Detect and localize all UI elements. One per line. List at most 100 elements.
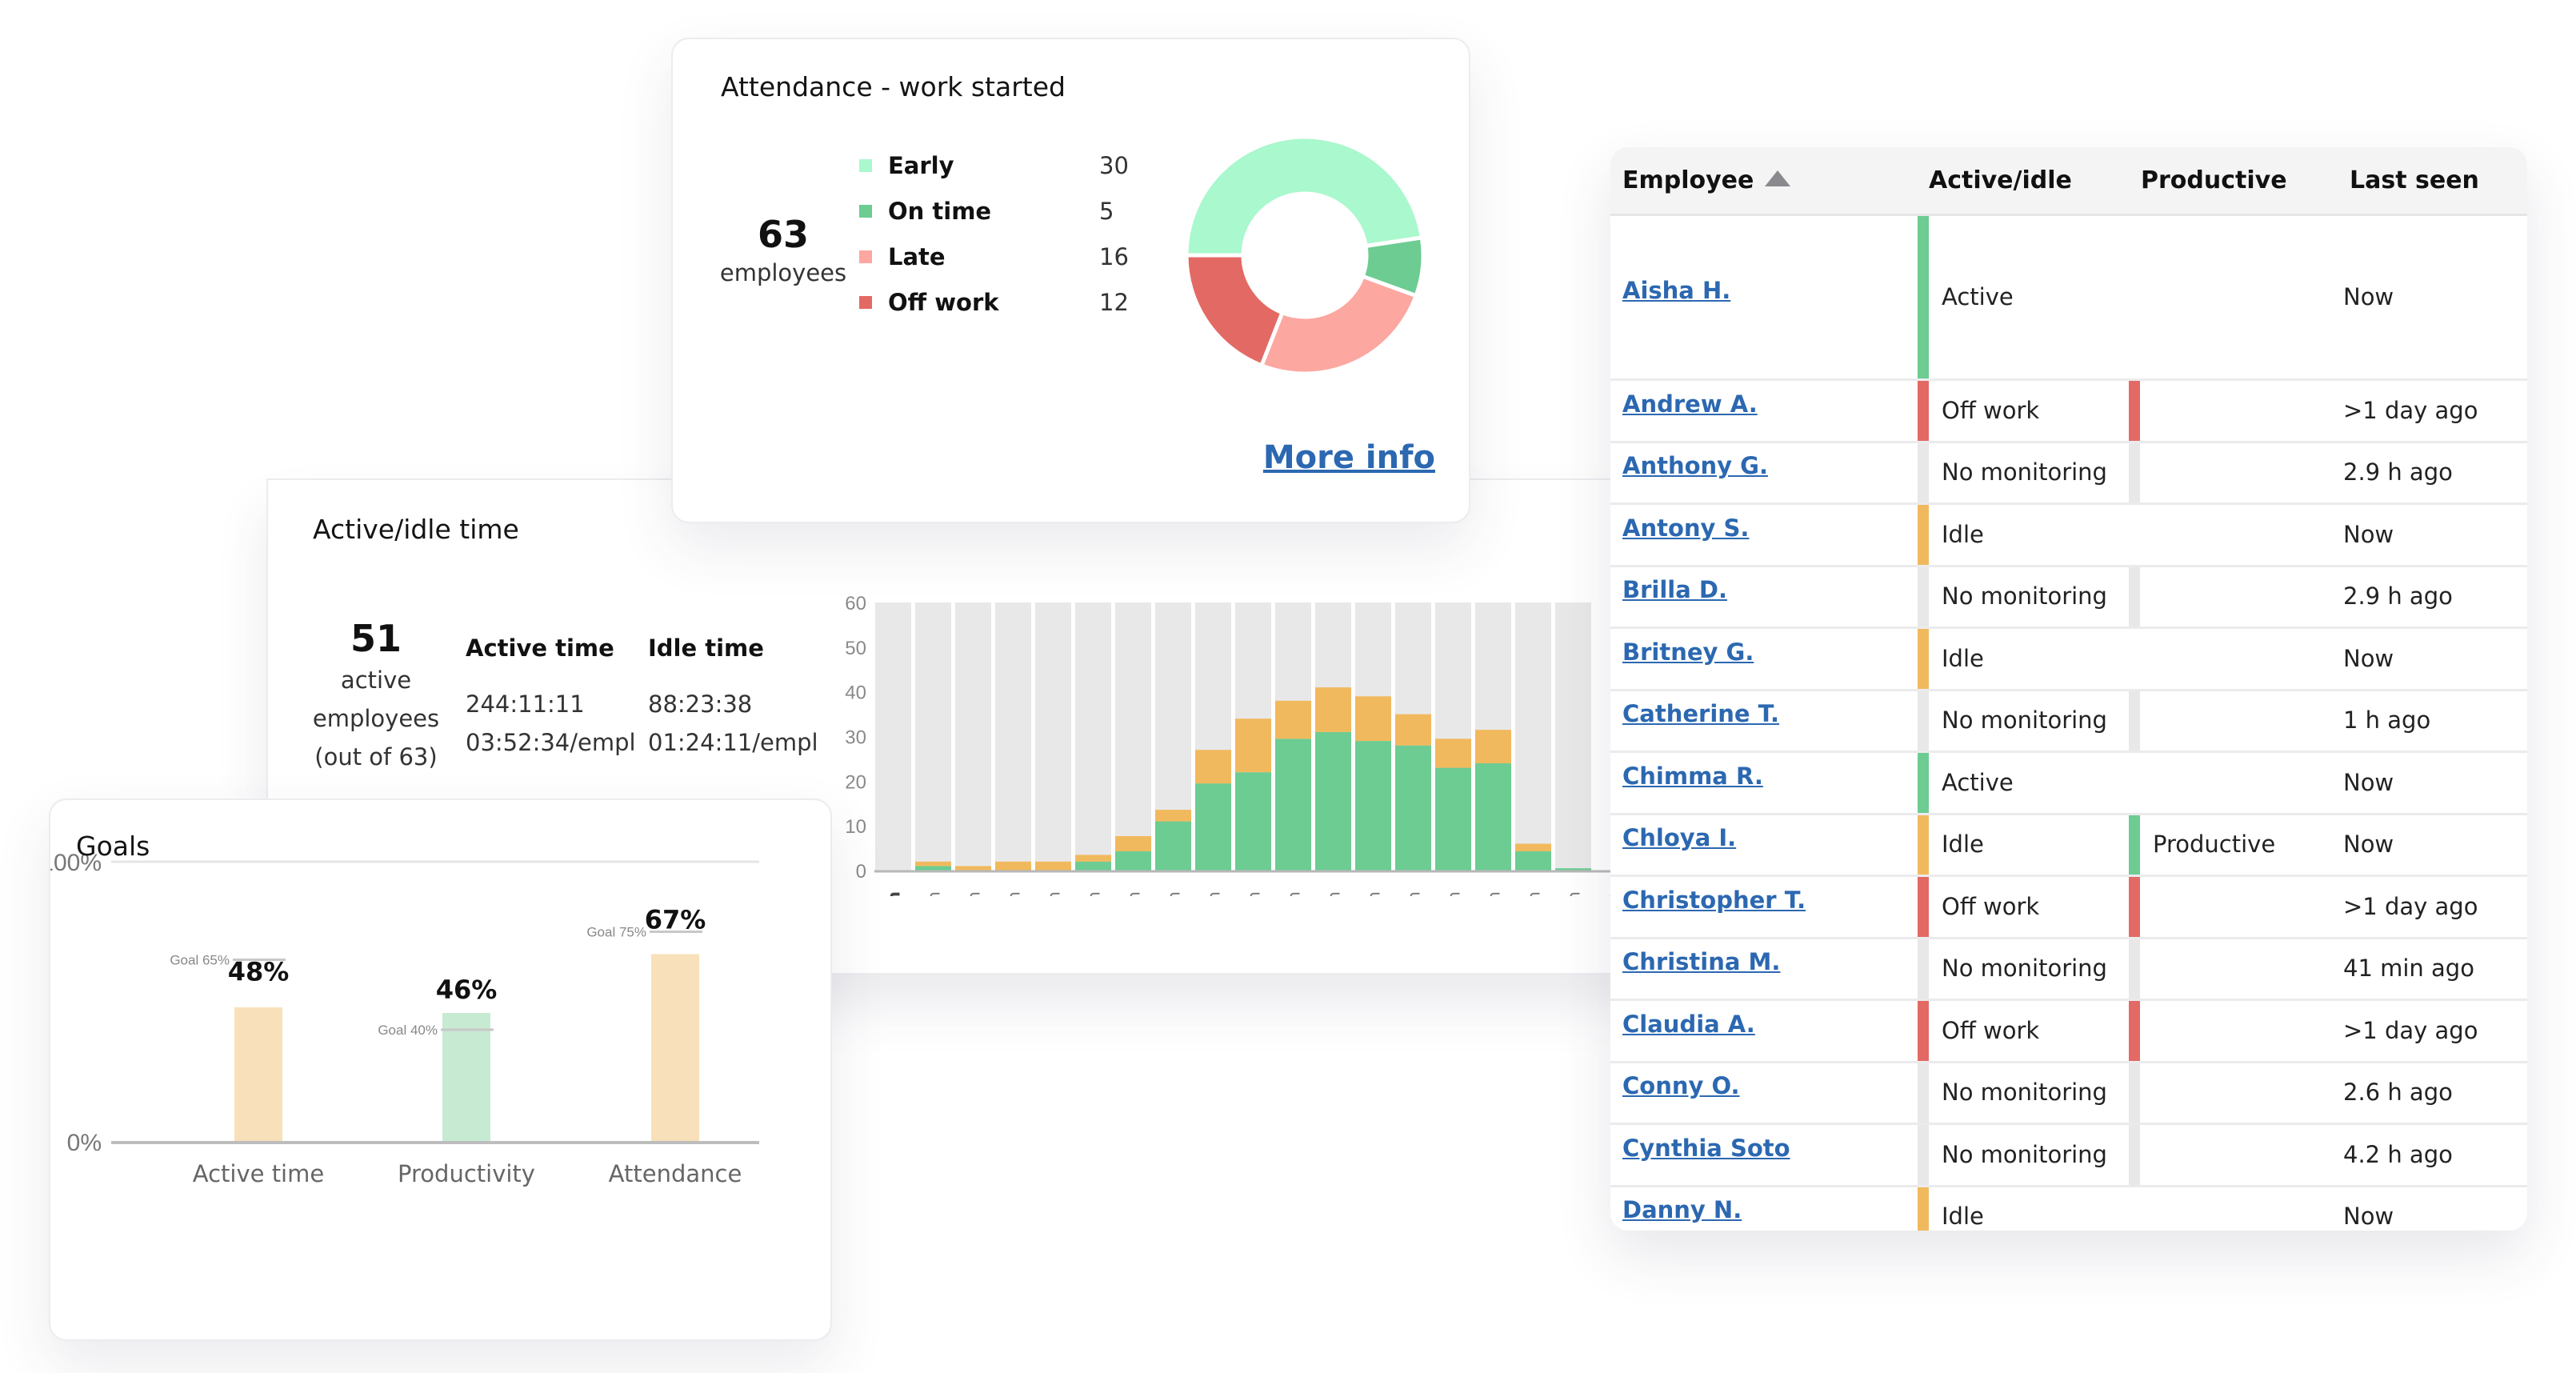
x-tick-label: 1:00 am xyxy=(925,891,944,896)
status-indicator-bar xyxy=(1918,381,1929,441)
productive-indicator-bar xyxy=(2129,877,2140,937)
attendance-donut-chart xyxy=(1184,134,1426,376)
bar-background xyxy=(1555,602,1591,871)
employee-name-link[interactable]: Conny O. xyxy=(1622,1070,1740,1102)
idle-time-total: 88:23:38 xyxy=(648,691,753,718)
active-time-total: 244:11:11 xyxy=(466,691,585,718)
table-row[interactable]: Cynthia Soto No monitoring 4.2 h ago xyxy=(1610,1125,2527,1187)
employee-name-link[interactable]: Christopher T. xyxy=(1622,884,1806,916)
table-row[interactable]: Anthony G. No monitoring 2.9 h ago xyxy=(1610,442,2527,505)
legend-label: Off work xyxy=(888,289,999,316)
status-indicator-bar xyxy=(1918,216,1929,378)
activity-status: No monitoring xyxy=(1942,458,2107,486)
active-time-header: Active time xyxy=(466,634,614,662)
bar-background xyxy=(875,602,911,871)
table-row[interactable]: Christopher T. Off work >1 day ago xyxy=(1610,877,2527,939)
goal-bar-productivity xyxy=(442,1013,490,1142)
column-header-employee[interactable]: Employee xyxy=(1622,165,1791,197)
x-tick-label: 5:00 pm xyxy=(1565,891,1584,896)
employee-name-link[interactable]: Chimma R. xyxy=(1622,760,1763,792)
status-indicator-bar xyxy=(1918,566,1929,626)
active-employees-label-3: (out of 63) xyxy=(314,743,438,771)
legend-label: Late xyxy=(888,243,946,270)
y-tick-label: 30 xyxy=(845,727,866,749)
employee-name-link[interactable]: Brilla D. xyxy=(1622,574,1727,606)
last-seen: 4.2 h ago xyxy=(2343,1140,2453,1168)
table-row[interactable]: Brilla D. No monitoring 2.9 h ago xyxy=(1610,566,2527,629)
legend-swatch-late xyxy=(859,250,872,263)
last-seen: 1 h ago xyxy=(2343,707,2431,735)
column-header-active-idle[interactable]: Active/idle xyxy=(1929,165,2072,197)
employee-name-link[interactable]: Claudia A. xyxy=(1622,1008,1755,1040)
productive-indicator-bar xyxy=(2129,691,2140,751)
table-row[interactable]: Aisha H. Active Now xyxy=(1610,216,2527,381)
table-row[interactable]: Chloya I. Idle Productive Now xyxy=(1610,815,2527,877)
table-row[interactable]: Danny N. Idle Now xyxy=(1610,1187,2527,1231)
bar-idle-segment xyxy=(1155,810,1191,822)
last-seen: Now xyxy=(2343,768,2394,796)
employee-name-link[interactable]: Antony S. xyxy=(1622,512,1749,544)
table-row[interactable]: Britney G. Idle Now xyxy=(1610,629,2527,691)
last-seen: >1 day ago xyxy=(2343,396,2478,424)
x-tick-label: 4:00 am xyxy=(1045,891,1064,896)
bar-active-segment xyxy=(915,866,951,871)
employee-name-link[interactable]: Cynthia Soto xyxy=(1622,1132,1790,1164)
last-seen: 41 min ago xyxy=(2343,955,2474,983)
legend-item-late: Late 16 xyxy=(859,241,1147,273)
status-indicator-bar xyxy=(1918,939,1929,999)
employee-name-link[interactable]: Danny N. xyxy=(1622,1194,1742,1226)
table-row[interactable]: Antony S. Idle Now xyxy=(1610,505,2527,567)
table-row[interactable]: Conny O. No monitoring 2.6 h ago xyxy=(1610,1063,2527,1125)
sort-ascending-icon[interactable] xyxy=(1765,170,1791,186)
active-time-column: Active time 244:11:11 03:52:34/empl xyxy=(466,632,636,762)
bar-active-segment xyxy=(1315,731,1351,871)
bar-idle-segment xyxy=(915,861,951,867)
bar-active-segment xyxy=(1355,741,1391,871)
status-indicator-bar xyxy=(1918,877,1929,937)
x-tick-label: 2:00 am xyxy=(965,891,984,896)
status-indicator-bar xyxy=(1918,629,1929,689)
idle-time-per-employee: 01:24:11/empl xyxy=(648,729,818,756)
table-row[interactable]: Christina M. No monitoring 41 min ago xyxy=(1610,939,2527,1001)
column-header-last-seen[interactable]: Last seen xyxy=(2350,165,2479,197)
activity-status: Active xyxy=(1942,768,2014,796)
column-header-productive[interactable]: Productive xyxy=(2141,165,2287,197)
bar-background xyxy=(955,602,991,871)
activity-status: Off work xyxy=(1942,892,2040,920)
donut-slice-late xyxy=(1258,274,1419,376)
employee-name-link[interactable]: Chloya I. xyxy=(1622,822,1736,854)
bar-active-segment xyxy=(1075,861,1111,871)
table-row[interactable]: Chimma R. Active Now xyxy=(1610,753,2527,815)
last-seen: 2.9 h ago xyxy=(2343,582,2453,610)
employee-name-link[interactable]: Aisha H. xyxy=(1622,274,1730,306)
goal-bar-attendance xyxy=(651,954,699,1142)
more-info-link[interactable]: More info xyxy=(1263,439,1435,476)
employee-name-link[interactable]: Andrew A. xyxy=(1622,388,1758,420)
employee-name-link[interactable]: Christina M. xyxy=(1622,946,1780,978)
table-row[interactable]: Andrew A. Off work >1 day ago xyxy=(1610,381,2527,443)
employee-name-link[interactable]: Catherine T. xyxy=(1622,698,1779,730)
x-tick-label: 4:00 pm xyxy=(1525,891,1544,896)
table-row[interactable]: Catherine T. No monitoring 1 h ago xyxy=(1610,691,2527,753)
y-tick-label: 10 xyxy=(845,816,866,838)
employee-name-link[interactable]: Britney G. xyxy=(1622,636,1754,668)
table-row[interactable]: Claudia A. Off work >1 day ago xyxy=(1610,1001,2527,1063)
legend-label: On time xyxy=(888,198,992,225)
donut-slice-off-work xyxy=(1184,253,1286,369)
legend-value: 30 xyxy=(1099,152,1129,179)
activity-status: No monitoring xyxy=(1942,1140,2107,1168)
x-tick-label: 5:00 am xyxy=(1085,891,1104,896)
employee-name-link[interactable]: Anthony G. xyxy=(1622,450,1768,482)
goal-bar-active-time xyxy=(234,1007,282,1142)
status-indicator-bar xyxy=(1918,753,1929,813)
productive-indicator-bar xyxy=(2129,815,2140,875)
active-employees-label-2: employees xyxy=(312,705,440,732)
x-tick-label: 9:00 am xyxy=(1245,891,1264,896)
active-employees-total: 51 active employees (out of 63) xyxy=(300,616,452,776)
bar-background xyxy=(995,602,1031,871)
bar-background xyxy=(1515,602,1551,871)
legend-item-early: Early 30 xyxy=(859,150,1147,182)
active-time-per-employee: 03:52:34/empl xyxy=(466,729,636,756)
y-tick-label: 0% xyxy=(67,1130,102,1156)
goal-value-label: 48% xyxy=(228,957,290,987)
